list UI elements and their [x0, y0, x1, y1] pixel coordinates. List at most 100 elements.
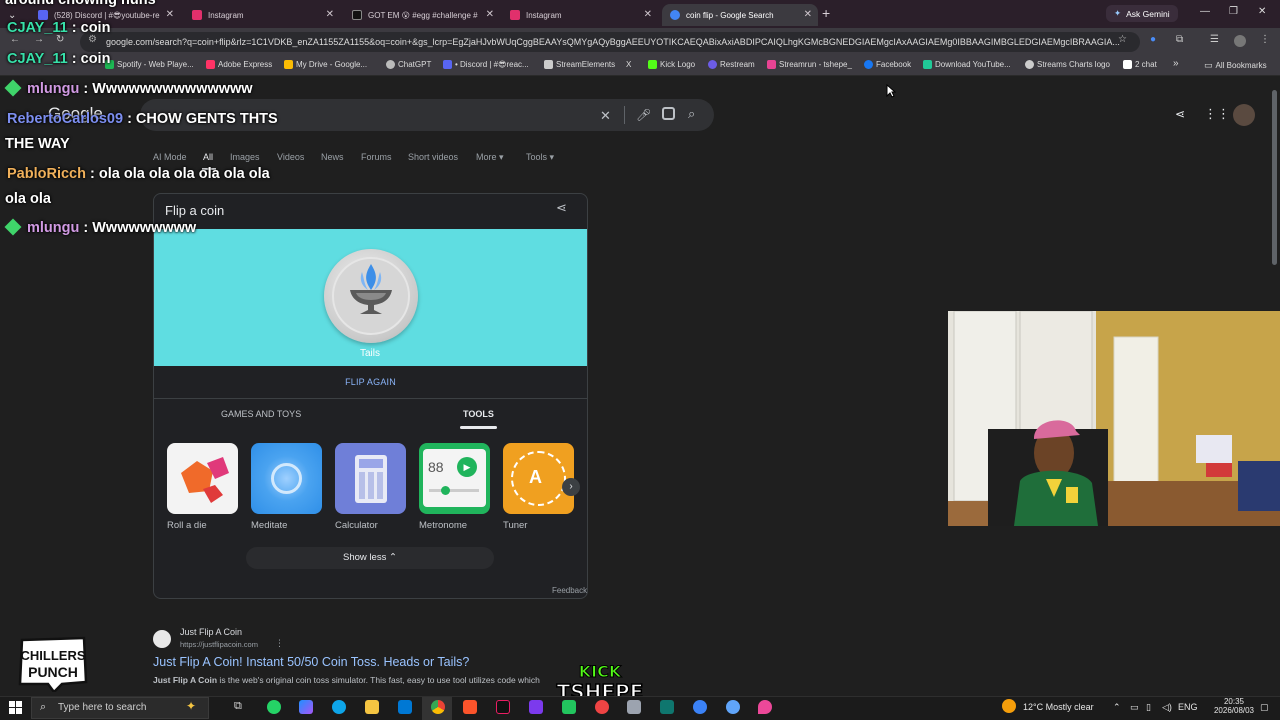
clock[interactable]: 20:35 2026/08/03: [1212, 697, 1256, 715]
maximize-button[interactable]: ❐: [1229, 6, 1238, 17]
bookmark-label: StreamElements: [556, 60, 616, 69]
close-icon[interactable]: ✕: [486, 9, 494, 20]
profile-avatar[interactable]: [1234, 35, 1246, 47]
bookmarks-overflow-button[interactable]: »: [1173, 58, 1179, 69]
mail-icon[interactable]: [398, 700, 412, 714]
network-icon[interactable]: ▭: [1130, 702, 1139, 713]
bookmark-download-youtube[interactable]: Download YouTube...: [923, 60, 1011, 69]
bookmark-star-icon[interactable]: ☆: [1118, 34, 1127, 45]
account-avatar[interactable]: [1233, 104, 1255, 126]
page-scrollbar-thumb[interactable]: [1272, 90, 1277, 265]
close-icon[interactable]: ✕: [326, 9, 334, 20]
url-text: google.com/search?q=coin+flip&rlz=1C1VDK…: [106, 37, 1120, 47]
show-less-button[interactable]: Show less ⌃: [246, 547, 494, 569]
tab-videos[interactable]: Videos: [277, 152, 304, 162]
brave-icon[interactable]: [463, 700, 477, 714]
lens-icon[interactable]: [662, 107, 675, 120]
tuner-tile[interactable]: A: [503, 443, 574, 514]
tab-more[interactable]: More ▾: [476, 152, 504, 163]
minimize-button[interactable]: —: [1200, 6, 1210, 17]
close-icon[interactable]: ✕: [166, 9, 174, 20]
tab-coin-flip[interactable]: coin flip - Google Search ✕: [662, 4, 818, 26]
meditate-tile[interactable]: [251, 443, 322, 514]
bookmark-spotify[interactable]: Spotify - Web Playe...: [105, 60, 194, 69]
app-icon[interactable]: [660, 700, 674, 714]
tab-short-videos[interactable]: Short videos: [408, 152, 458, 162]
tab-images[interactable]: Images: [230, 152, 260, 162]
tab-tools[interactable]: Tools ▾: [526, 152, 554, 163]
window-close-button[interactable]: ✕: [1258, 6, 1266, 17]
share-icon[interactable]: ⋖: [1175, 107, 1185, 121]
tab-tools-category[interactable]: TOOLS: [463, 409, 494, 419]
bookmark-kick-logo[interactable]: Kick Logo: [648, 60, 695, 69]
language-indicator[interactable]: ENG: [1178, 702, 1198, 712]
new-tab-button[interactable]: +: [822, 5, 830, 21]
voice-search-icon[interactable]: 🎤︎: [636, 108, 651, 122]
search-icon[interactable]: ⌕: [688, 106, 695, 122]
obs-icon[interactable]: [595, 700, 609, 714]
close-icon[interactable]: ✕: [804, 9, 812, 20]
bookmark-discord[interactable]: • Discord | #😎reac...: [443, 60, 529, 69]
tab-all[interactable]: All: [203, 152, 213, 162]
bookmark-streamrun[interactable]: Streamrun - tshepe_: [767, 60, 852, 69]
clear-search-icon[interactable]: ✕: [600, 108, 611, 124]
tab-news[interactable]: News: [321, 152, 344, 162]
weather-icon[interactable]: [1002, 699, 1016, 713]
tab-forums[interactable]: Forums: [361, 152, 392, 162]
extension-icon[interactable]: ●: [1150, 34, 1156, 45]
bookmark-streamelements[interactable]: StreamElements: [544, 60, 615, 69]
bookmark-streams-charts[interactable]: Streams Charts logo: [1025, 60, 1110, 69]
bookmark-restream[interactable]: Restream: [708, 60, 755, 69]
app-icon[interactable]: [627, 700, 641, 714]
bookmark-adobe-express[interactable]: Adobe Express: [206, 60, 272, 69]
app-icon[interactable]: [562, 700, 576, 714]
maps-pin-icon[interactable]: [758, 700, 772, 714]
calculator-tile[interactable]: [335, 443, 406, 514]
roll-a-die-tile[interactable]: [167, 443, 238, 514]
copilot-icon[interactable]: [299, 700, 313, 714]
result-url[interactable]: https://justflipacoin.com: [180, 640, 258, 649]
app-icon[interactable]: [529, 700, 543, 714]
weather-text[interactable]: 12°C Mostly clear: [1023, 702, 1094, 712]
windows-start-icon[interactable]: [9, 701, 22, 714]
tab-ai-mode[interactable]: AI Mode: [153, 152, 187, 162]
tab-games-and-toys[interactable]: GAMES AND TOYS: [221, 409, 301, 419]
volume-icon[interactable]: ◁): [1162, 702, 1172, 713]
tab-tiktok[interactable]: GOT EM 😮 #egg #challenge # ✕: [344, 4, 500, 26]
close-icon[interactable]: ✕: [644, 9, 652, 20]
bookmark-chatgpt[interactable]: ChatGPT: [386, 60, 431, 69]
whatsapp-icon[interactable]: [267, 700, 281, 714]
tab-instagram-2[interactable]: Instagram ✕: [502, 4, 658, 26]
bookmark-facebook[interactable]: Facebook: [864, 60, 911, 69]
file-explorer-icon[interactable]: [365, 700, 379, 714]
chevron-right-icon[interactable]: ›: [562, 478, 580, 496]
bookmark-google-drive[interactable]: My Drive - Google...: [284, 60, 367, 69]
chrome-icon[interactable]: [431, 700, 445, 714]
chrome-beta-icon[interactable]: [693, 700, 707, 714]
all-bookmarks-button[interactable]: ▭ All Bookmarks: [1204, 60, 1267, 71]
feedback-link[interactable]: Feedback: [552, 586, 587, 595]
bookmark-2-chat[interactable]: 2 chat: [1123, 60, 1157, 69]
extensions-puzzle-icon[interactable]: ⧉: [1176, 34, 1183, 45]
tab-instagram-1[interactable]: Instagram ✕: [184, 4, 340, 26]
ask-gemini-button[interactable]: ✦ Ask Gemini: [1106, 5, 1178, 22]
result-site-name[interactable]: Just Flip A Coin: [180, 627, 242, 637]
battery-icon[interactable]: ▯: [1146, 702, 1151, 713]
edge-icon[interactable]: [332, 700, 346, 714]
chrome-dev-icon[interactable]: [726, 700, 740, 714]
share-icon[interactable]: ⋖: [556, 200, 567, 216]
flip-again-button[interactable]: FLIP AGAIN: [154, 377, 587, 387]
chevron-up-icon[interactable]: ⌃: [1113, 702, 1121, 713]
notifications-icon[interactable]: ▢: [1260, 702, 1269, 713]
tab-search-icon[interactable]: ☰: [1210, 34, 1219, 45]
metronome-tile[interactable]: 88 ▶: [419, 443, 490, 514]
tiktok-icon[interactable]: [496, 700, 510, 714]
address-bar[interactable]: google.com/search?q=coin+flip&rlz=1C1VDK…: [80, 32, 1140, 52]
tuner-note: A: [529, 467, 542, 487]
result-menu-icon[interactable]: ⋮: [275, 638, 284, 649]
menu-kebab-icon[interactable]: ⋮: [1260, 34, 1270, 45]
task-view-icon[interactable]: ⧉: [234, 700, 242, 713]
apps-grid-icon[interactable]: ⋮⋮: [1204, 106, 1230, 122]
bookmark-x[interactable]: X: [626, 60, 631, 69]
result-title-link[interactable]: Just Flip A Coin! Instant 50/50 Coin Tos…: [153, 655, 469, 669]
